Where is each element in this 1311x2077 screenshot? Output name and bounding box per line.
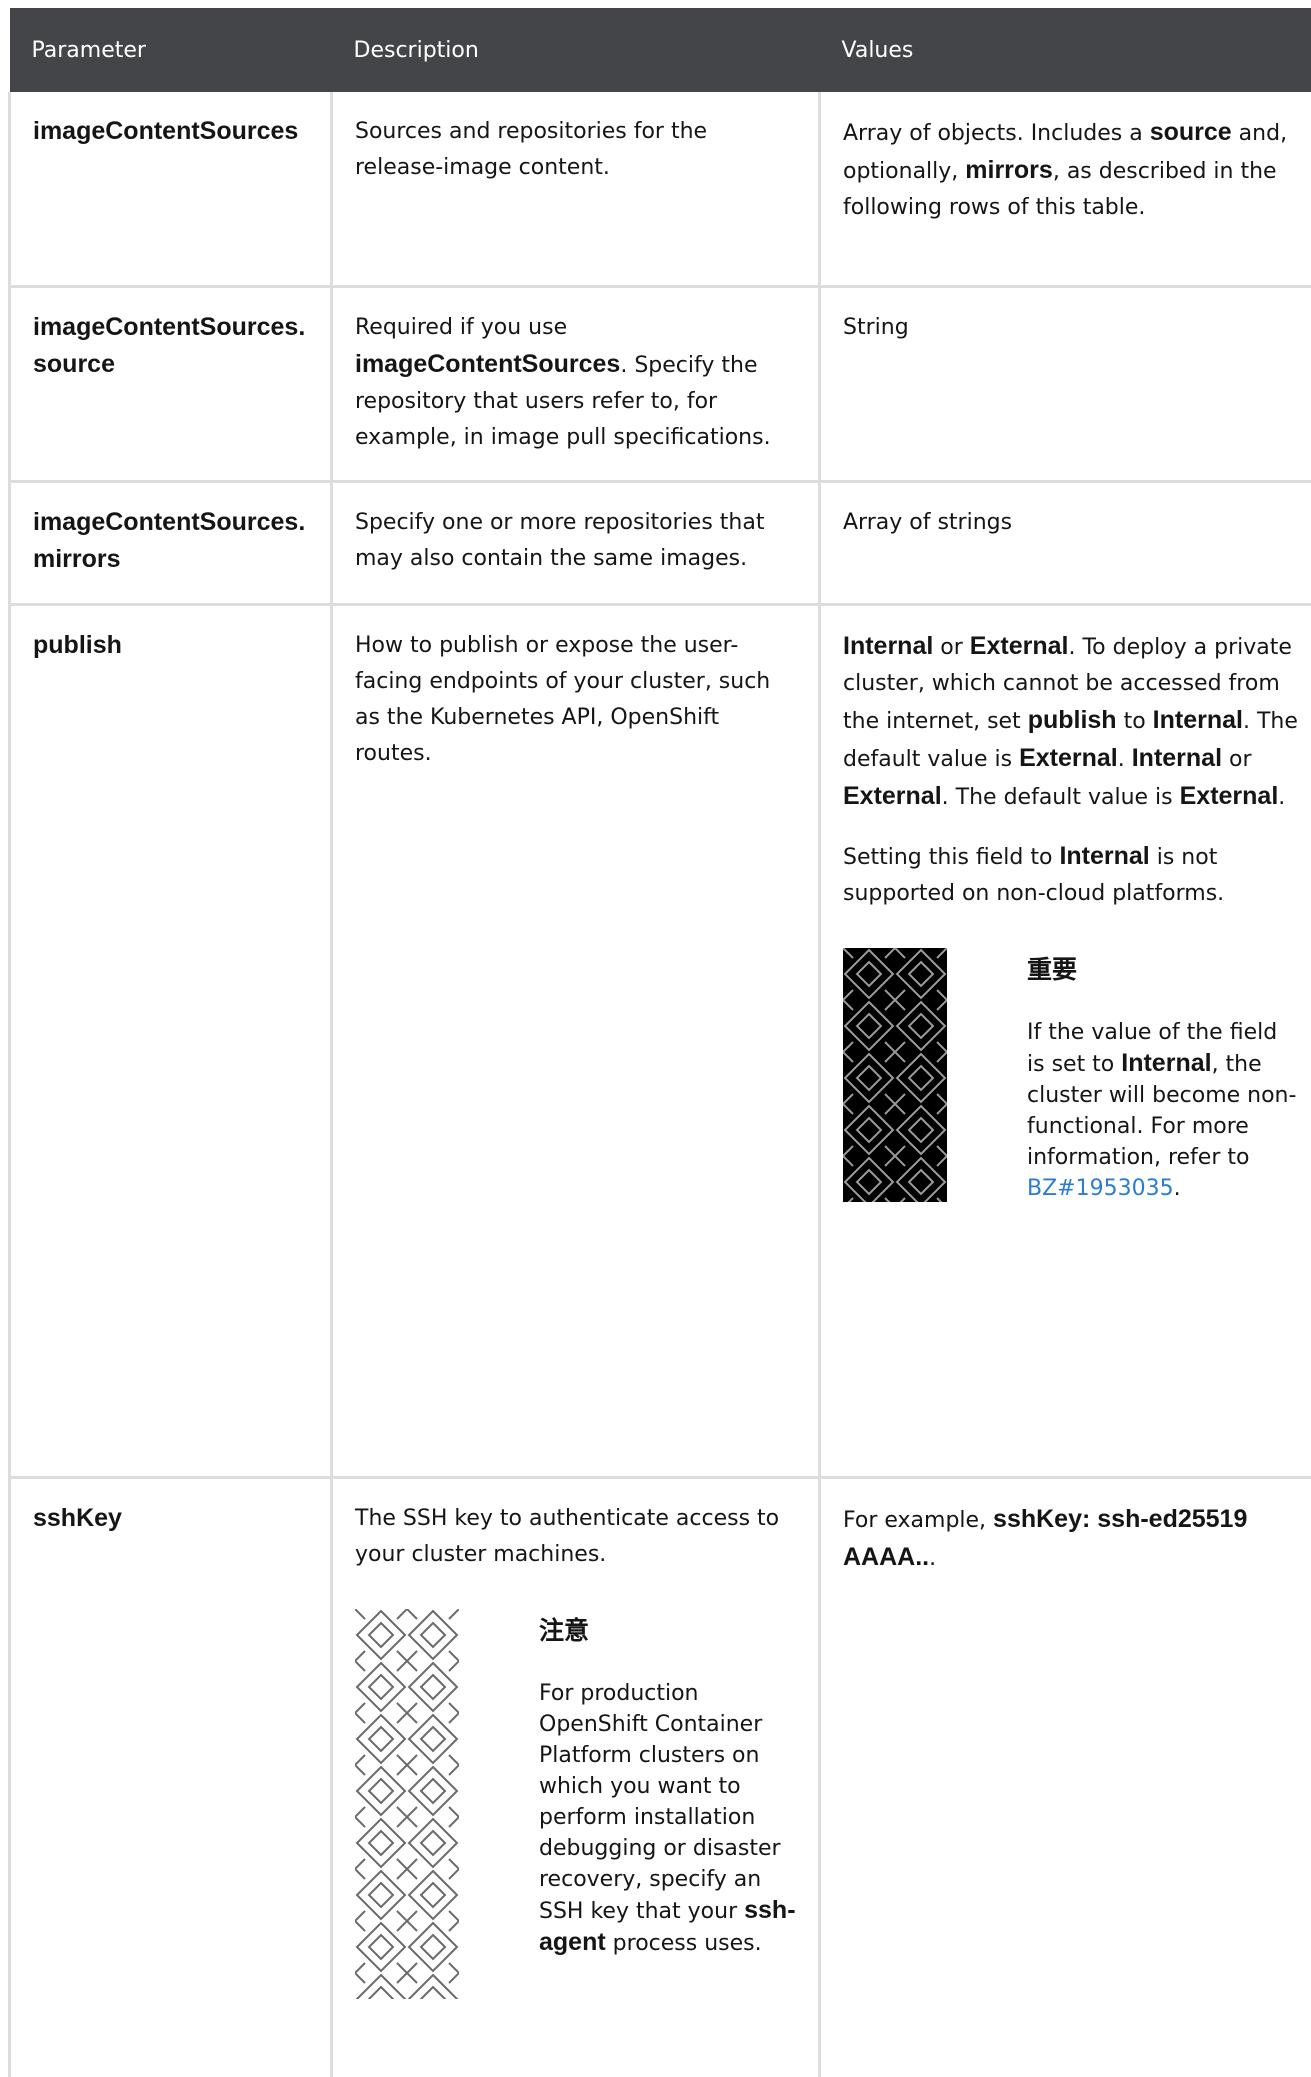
values-keyword: Internal	[1132, 744, 1222, 772]
description-text: The SSH key to authenticate access to yo…	[355, 1501, 796, 1573]
param-name: imageContentSources	[33, 117, 298, 145]
description-cell: Required if you use imageContentSources.…	[332, 286, 820, 481]
important-admonition-body: 重要 If the value of the field is set to I…	[1027, 948, 1298, 1214]
table-row: publish How to publish or expose the use…	[10, 604, 1311, 1477]
param-cell: sshKey	[10, 1477, 332, 2077]
param-name: imageContentSources.source	[33, 313, 305, 378]
values-cell: String	[820, 286, 1311, 481]
description-text: Sources and repositories for the release…	[355, 119, 707, 180]
description-keyword: imageContentSources	[355, 350, 620, 378]
values-text: .	[1278, 785, 1285, 810]
table-header-row: Parameter Description Values	[10, 8, 1311, 92]
description-cell: The SSH key to authenticate access to yo…	[332, 1477, 820, 2077]
important-pattern-icon	[843, 948, 947, 1214]
values-text: .	[1118, 747, 1132, 772]
values-text: Setting this field to	[843, 845, 1059, 870]
table-row: imageContentSources.mirrors Specify one …	[10, 481, 1311, 604]
important-text: If the value of the field is set to Inte…	[1027, 1017, 1298, 1204]
values-keyword: Internal	[1153, 706, 1243, 734]
description-cell: Sources and repositories for the release…	[332, 92, 820, 286]
param-name: imageContentSources.mirrors	[33, 508, 305, 573]
values-keyword: source	[1150, 118, 1232, 146]
values-text: . The default value is	[942, 785, 1180, 810]
note-title: 注意	[539, 1615, 796, 1646]
note-pattern-icon	[355, 1609, 459, 2011]
values-cell: Internal or External. To deploy a privat…	[820, 604, 1311, 1477]
param-cell: imageContentSources.source	[10, 286, 332, 481]
admonition-text: process uses.	[606, 1931, 762, 1956]
values-keyword: Internal	[1059, 842, 1149, 870]
table-row: imageContentSources.source Required if y…	[10, 286, 1311, 481]
param-name: publish	[33, 631, 122, 659]
param-cell: imageContentSources	[10, 92, 332, 286]
header-values: Values	[820, 8, 1311, 92]
values-keyword: External	[843, 782, 942, 810]
table-row: imageContentSources Sources and reposito…	[10, 92, 1311, 286]
values-text: Array of objects. Includes a	[843, 121, 1150, 146]
values-text: to	[1117, 709, 1153, 734]
values-text: String	[843, 315, 909, 340]
values-text: For example,	[843, 1508, 993, 1533]
admonition-text: For production OpenShift Container Platf…	[539, 1681, 781, 1924]
parameter-table-container: Parameter Description Values imageConten…	[8, 8, 1311, 2077]
values-keyword: Internal	[843, 632, 933, 660]
note-text: For production OpenShift Container Platf…	[539, 1678, 796, 1959]
description-text: Specify one or more repositories that ma…	[355, 510, 764, 571]
admonition-keyword: Internal	[1121, 1049, 1211, 1077]
param-cell: publish	[10, 604, 332, 1477]
admonition-text: .	[1174, 1176, 1181, 1201]
description-cell: Specify one or more repositories that ma…	[332, 481, 820, 604]
header-description: Description	[332, 8, 820, 92]
values-keyword: External	[1180, 782, 1279, 810]
values-text: or	[933, 635, 970, 660]
bz-link[interactable]: BZ#1953035	[1027, 1176, 1174, 1201]
param-name: sshKey	[33, 1504, 122, 1532]
values-text: .	[929, 1546, 936, 1571]
values-keyword: publish	[1028, 706, 1117, 734]
note-admonition-body: 注意 For production OpenShift Container Pl…	[539, 1609, 796, 2011]
table-row: sshKey The SSH key to authenticate acces…	[10, 1477, 1311, 2077]
important-title: 重要	[1027, 954, 1298, 985]
values-keyword: External	[970, 632, 1069, 660]
values-cell: Array of strings	[820, 481, 1311, 604]
values-keyword: mirrors	[965, 156, 1053, 184]
note-admonition: 注意 For production OpenShift Container Pl…	[355, 1609, 796, 2011]
values-keyword: External	[1019, 744, 1118, 772]
values-cell: Array of objects. Includes a source and,…	[820, 92, 1311, 286]
description-text: Required if you use	[355, 315, 567, 340]
description-cell: How to publish or expose the user-facing…	[332, 604, 820, 1477]
values-paragraph: Internal or External. To deploy a privat…	[843, 628, 1298, 816]
header-parameter: Parameter	[10, 8, 332, 92]
values-text: or	[1222, 747, 1252, 772]
description-text: How to publish or expose the user-facing…	[355, 633, 770, 766]
param-cell: imageContentSources.mirrors	[10, 481, 332, 604]
values-cell: For example, sshKey: ssh-ed25519 AAAA...	[820, 1477, 1311, 2077]
parameter-table: Parameter Description Values imageConten…	[8, 8, 1311, 2077]
values-paragraph: Setting this field to Internal is not su…	[843, 838, 1298, 912]
values-text: Array of strings	[843, 510, 1012, 535]
important-admonition: 重要 If the value of the field is set to I…	[843, 948, 1298, 1214]
